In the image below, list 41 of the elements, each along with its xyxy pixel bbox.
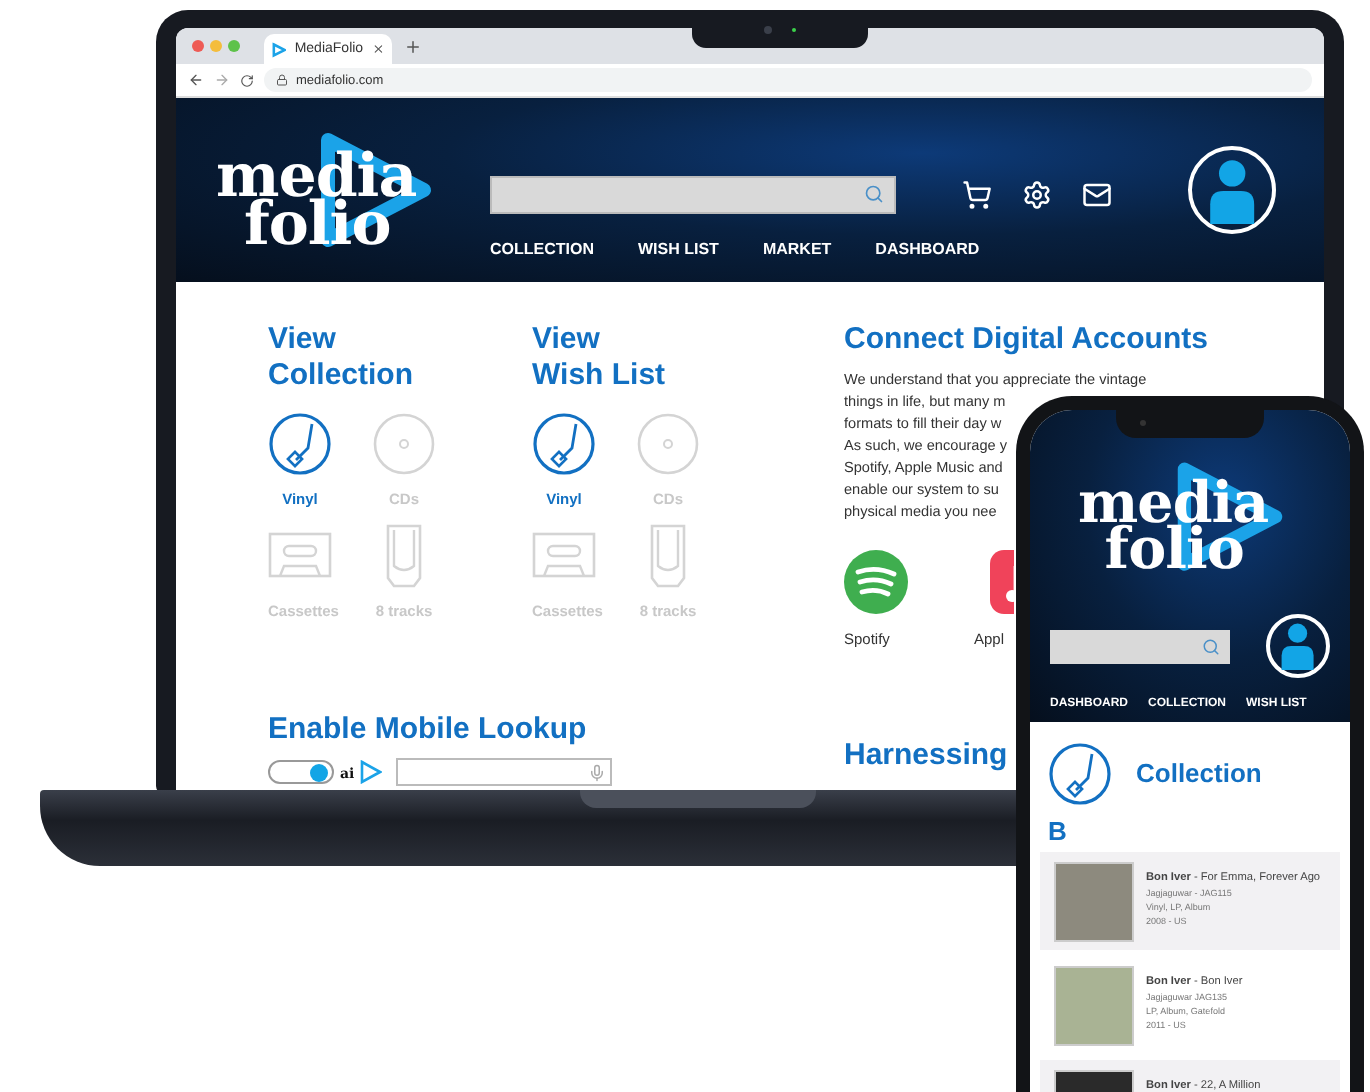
section-heading: View Collection xyxy=(268,322,416,394)
letter-heading: B xyxy=(1048,816,1069,846)
close-icon[interactable] xyxy=(371,42,384,56)
lookup-field[interactable] xyxy=(396,758,613,786)
search-icon xyxy=(864,184,884,204)
person-icon xyxy=(1280,622,1316,670)
minimize-dot xyxy=(210,40,222,52)
avatar[interactable] xyxy=(1188,146,1276,234)
section-heading: View Wish List xyxy=(532,322,668,394)
play-triangle-icon xyxy=(360,760,383,784)
nav-link[interactable]: DASHBOARD xyxy=(875,239,980,257)
person-icon xyxy=(1207,157,1257,223)
camera-lens xyxy=(1140,420,1146,426)
cart-icon[interactable] xyxy=(962,179,992,209)
search-field[interactable] xyxy=(490,175,896,213)
search-icon xyxy=(1202,637,1220,655)
album-cover-placeholder xyxy=(1054,966,1134,1046)
close-dot xyxy=(192,40,204,52)
lock-icon xyxy=(276,74,288,86)
microphone-icon xyxy=(588,763,607,781)
new-tab-icon[interactable] xyxy=(404,37,422,55)
nav-link[interactable]: MARKET xyxy=(762,239,832,257)
section-heading: Enable Mobile Lookup xyxy=(268,712,589,748)
search-field[interactable] xyxy=(1050,629,1230,663)
spotify-icon[interactable] xyxy=(844,550,908,614)
vinyl-icon xyxy=(1048,742,1112,806)
nav-link[interactable]: WISH LIST xyxy=(638,239,719,257)
avatar[interactable] xyxy=(1266,614,1330,678)
toggle-switch[interactable] xyxy=(268,760,334,784)
mail-icon[interactable] xyxy=(1082,179,1112,209)
camera-lens xyxy=(764,25,772,33)
maximize-dot xyxy=(228,40,240,52)
back-icon[interactable] xyxy=(188,72,204,88)
nav-link[interactable]: COLLECTION xyxy=(490,239,594,257)
page-title: Collection xyxy=(1136,758,1262,790)
section-heading: Harnessing xyxy=(844,738,1008,774)
reload-icon[interactable] xyxy=(240,73,254,87)
favicon-icon xyxy=(272,41,287,57)
settings-icon[interactable] xyxy=(1022,179,1052,209)
album-cover-placeholder xyxy=(1054,862,1134,942)
section-heading: Connect Digital Accounts xyxy=(844,322,1210,358)
